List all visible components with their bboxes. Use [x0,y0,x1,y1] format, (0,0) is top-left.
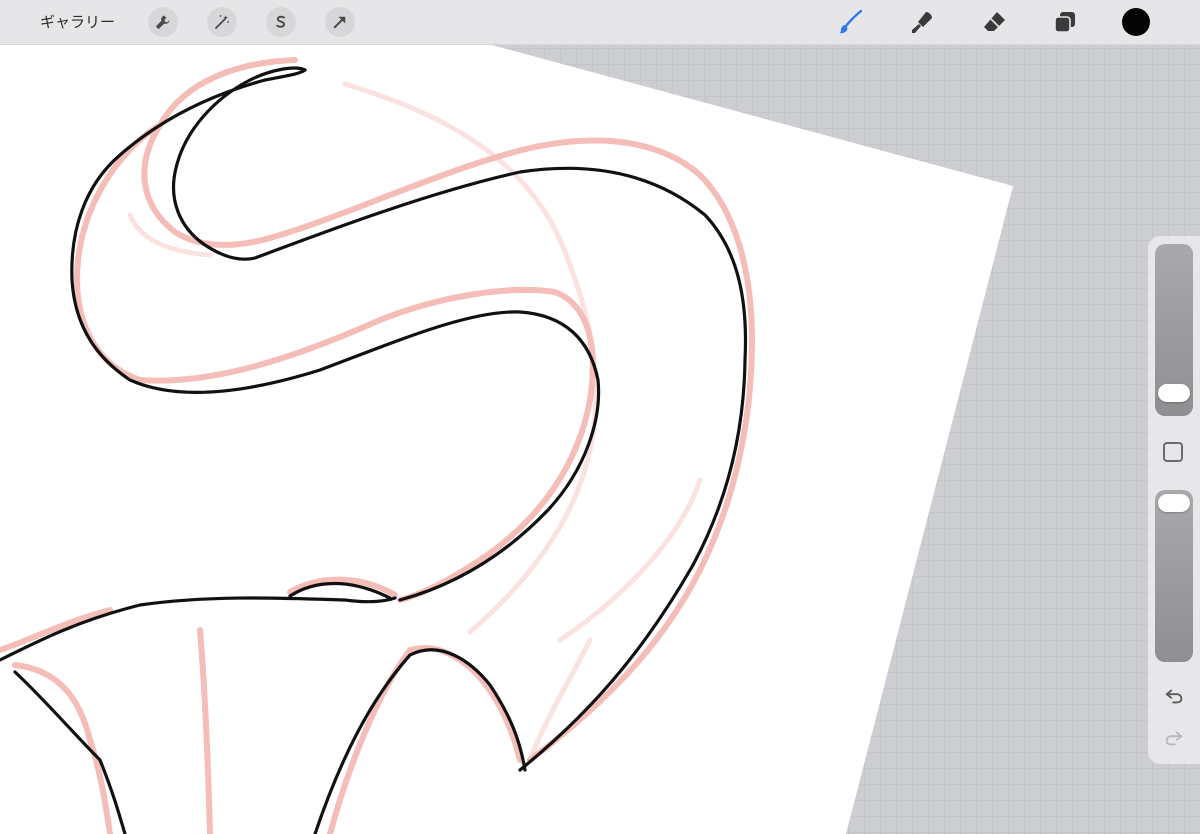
color-swatch-button[interactable] [1122,8,1150,36]
top-toolbar: ギャラリー [0,0,1200,45]
layers-button[interactable] [1050,7,1080,37]
drawing-canvas[interactable] [0,0,1200,834]
selection-button[interactable] [266,7,296,37]
layers-icon [1054,12,1075,33]
smudge-icon [912,12,932,33]
undo-button[interactable] [1162,684,1186,708]
arrow-transform-icon [333,16,346,29]
adjustments-button[interactable] [207,7,237,37]
side-bar [1148,236,1200,764]
eraser-icon [984,12,1005,31]
brush-icon [839,9,863,34]
redo-button[interactable] [1162,726,1186,750]
selection-s-icon [276,15,285,28]
wrench-icon [156,15,170,29]
brush-tool-button[interactable] [836,7,866,37]
opacity-slider[interactable] [1155,490,1193,662]
brush-size-thumb[interactable] [1158,384,1190,402]
redo-icon [1165,731,1183,746]
transform-button[interactable] [325,7,355,37]
gallery-button[interactable]: ギャラリー [40,11,115,33]
magic-wand-icon [215,15,229,29]
eraser-tool-button[interactable] [980,7,1010,37]
modify-square-icon[interactable] [1163,442,1183,462]
brush-size-slider[interactable] [1155,244,1193,416]
opacity-thumb[interactable] [1158,494,1190,512]
undo-icon [1165,689,1183,704]
actions-button[interactable] [148,7,178,37]
smudge-tool-button[interactable] [908,7,938,37]
